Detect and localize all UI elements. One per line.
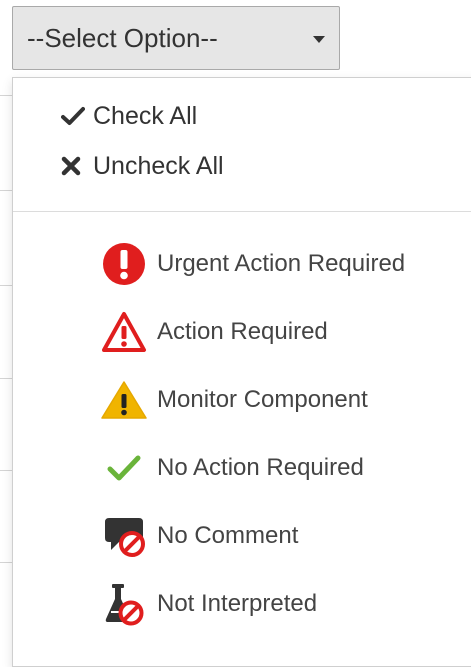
option-label: No Action Required xyxy=(157,454,364,481)
urgent-exclamation-circle-icon xyxy=(101,241,147,287)
option-no-action-required[interactable]: No Action Required xyxy=(101,443,461,493)
option-monitor-component[interactable]: Monitor Component xyxy=(101,375,461,425)
green-check-icon xyxy=(101,445,147,491)
not-interpreted-flask-icon xyxy=(101,581,147,627)
warning-triangle-yellow-icon xyxy=(101,377,147,423)
select-option-dropdown[interactable]: --Select Option-- xyxy=(12,6,340,70)
option-action-required[interactable]: Action Required xyxy=(101,307,461,357)
uncheck-all-label: Uncheck All xyxy=(93,151,224,180)
check-all-item[interactable]: Check All xyxy=(61,98,197,134)
no-comment-icon xyxy=(101,513,147,559)
check-all-label: Check All xyxy=(93,101,198,130)
option-label: No Comment xyxy=(157,522,299,549)
caret-down-icon xyxy=(313,36,325,43)
option-label: Urgent Action Required xyxy=(157,250,406,277)
option-label: Not Interpreted xyxy=(157,590,318,617)
select-label: --Select Option-- xyxy=(27,22,218,53)
menu-divider xyxy=(13,211,471,212)
dropdown-menu: Check All Uncheck All Urgent Action Requ… xyxy=(12,77,471,667)
option-no-comment[interactable]: No Comment xyxy=(101,511,461,561)
option-label: Monitor Component xyxy=(157,386,368,413)
option-not-interpreted[interactable]: Not Interpreted xyxy=(101,579,461,629)
uncheck-all-item[interactable]: Uncheck All xyxy=(61,148,224,184)
warning-triangle-outline-icon xyxy=(101,309,147,355)
x-icon xyxy=(61,156,87,176)
option-label: Action Required xyxy=(157,318,328,345)
check-icon xyxy=(61,106,87,126)
option-urgent-action-required[interactable]: Urgent Action Required xyxy=(101,239,461,289)
